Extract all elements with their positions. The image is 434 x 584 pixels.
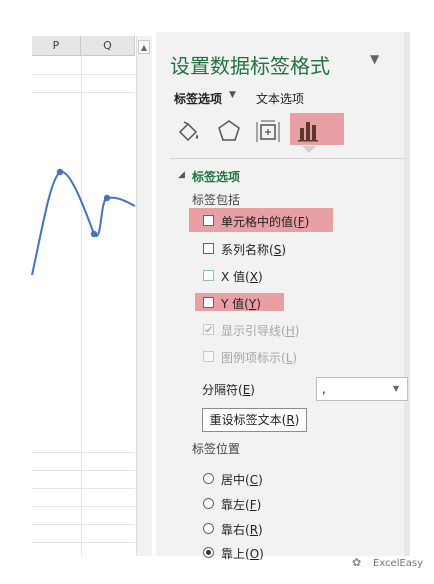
tab-text-options[interactable]: 文本选项 [256,90,304,107]
wechat-icon: ✿ [352,556,362,569]
pane-scrollbar[interactable] [404,32,410,556]
watermark-text: ExcelEasy [373,558,424,569]
grid-line [32,74,135,75]
grid-line [32,92,135,93]
grid-line [32,524,135,525]
worksheet-area[interactable] [32,36,135,556]
column-label: Q [103,39,112,52]
series-path[interactable] [31,170,136,276]
pane-options-dropdown-icon[interactable]: ▼ [370,52,379,66]
grid-line [32,506,135,507]
radio-label: 靠上(O) [221,547,264,561]
grid-line [81,56,82,556]
grid-line [32,470,135,471]
radio-label: 靠左(F) [221,498,262,512]
label-contains-heading: 标签包括 [192,193,241,207]
chart-series-line[interactable] [30,150,136,280]
chevron-down-icon[interactable]: ▼ [229,90,236,100]
grid-line [32,452,135,453]
label-options-chart-icon[interactable] [294,114,324,144]
separator-value: , [322,382,326,396]
radio-right[interactable] [203,523,214,534]
active-tab-caret-icon [302,146,316,153]
collapse-triangle-icon[interactable]: ◢ [178,170,185,180]
column-header-q[interactable]: Q [81,36,135,56]
scroll-up-arrow-icon[interactable]: ▲ [138,40,150,54]
checkbox-label: 单元格中的值(F) [221,215,310,229]
checkbox-label: 显示引导线(H) [221,324,300,338]
checkbox-label: Y 值(Y) [221,297,261,311]
radio-label: 居中(C) [221,473,263,487]
grid-line [32,488,135,489]
checkbox-series-name[interactable] [203,243,214,254]
checkbox-y-value[interactable] [203,297,214,308]
data-point[interactable] [90,230,98,238]
pane-title: 设置数据标签格式 [170,54,330,78]
radio-left[interactable] [203,498,214,509]
data-point[interactable] [56,168,64,176]
radio-selected-dot [206,550,211,555]
label-position-heading: 标签位置 [192,442,241,456]
radio-label: 靠右(R) [221,523,263,537]
size-properties-icon[interactable] [253,116,283,146]
radio-center[interactable] [203,473,214,484]
effects-pentagon-icon[interactable] [214,116,244,146]
reset-label-text-button[interactable]: 重设标签文本(R) [202,408,307,432]
checkbox-label: X 值(X) [221,270,263,284]
column-header-p[interactable]: P [32,36,81,56]
checkbox-label: 系列名称(S) [221,243,287,257]
separator-label: 分隔符(E) [202,383,255,397]
section-title-label-options[interactable]: 标签选项 [192,168,240,185]
checkbox-label: 图例项标示(L) [221,351,298,365]
divider [170,158,406,159]
checkbox-value-from-cells[interactable] [203,215,214,226]
radio-above[interactable] [203,547,214,558]
tab-label-options[interactable]: 标签选项 [174,90,222,107]
checkbox-show-leader-lines[interactable] [203,324,214,335]
grid-line [32,542,135,543]
chevron-down-icon[interactable]: ▼ [393,384,399,393]
checkbox-x-value[interactable] [203,270,214,281]
fill-line-icon[interactable] [174,116,204,146]
check-icon [205,326,213,333]
column-label: P [52,39,60,52]
checkbox-legend-key[interactable] [203,351,214,362]
vertical-scrollbar[interactable] [136,36,152,556]
data-point[interactable] [103,194,111,202]
